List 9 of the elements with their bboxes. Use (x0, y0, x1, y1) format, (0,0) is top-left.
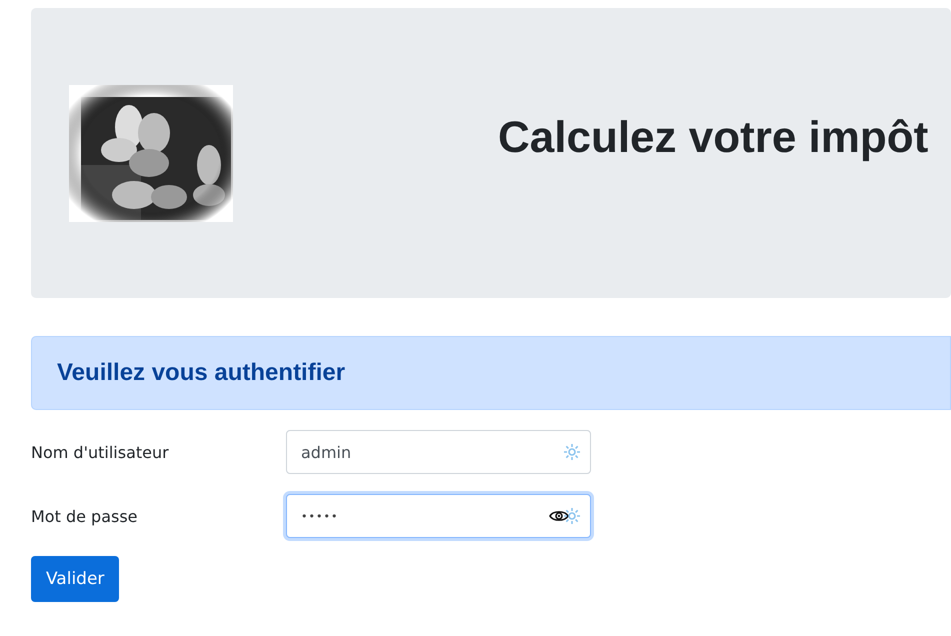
password-field[interactable]: ••••• (286, 494, 591, 538)
eye-icon[interactable] (549, 509, 569, 523)
username-field[interactable]: admin (286, 430, 591, 474)
field-label: Nom d'utilisateur (31, 442, 170, 462)
alert-heading: Veuillez vous authentifier (57, 359, 346, 387)
sparkle-icon[interactable] (563, 507, 581, 525)
submit-button[interactable]: Valider (31, 556, 120, 602)
page-title: Calculez votre impôt (498, 113, 928, 163)
field-label: Mot de passe (31, 506, 139, 526)
